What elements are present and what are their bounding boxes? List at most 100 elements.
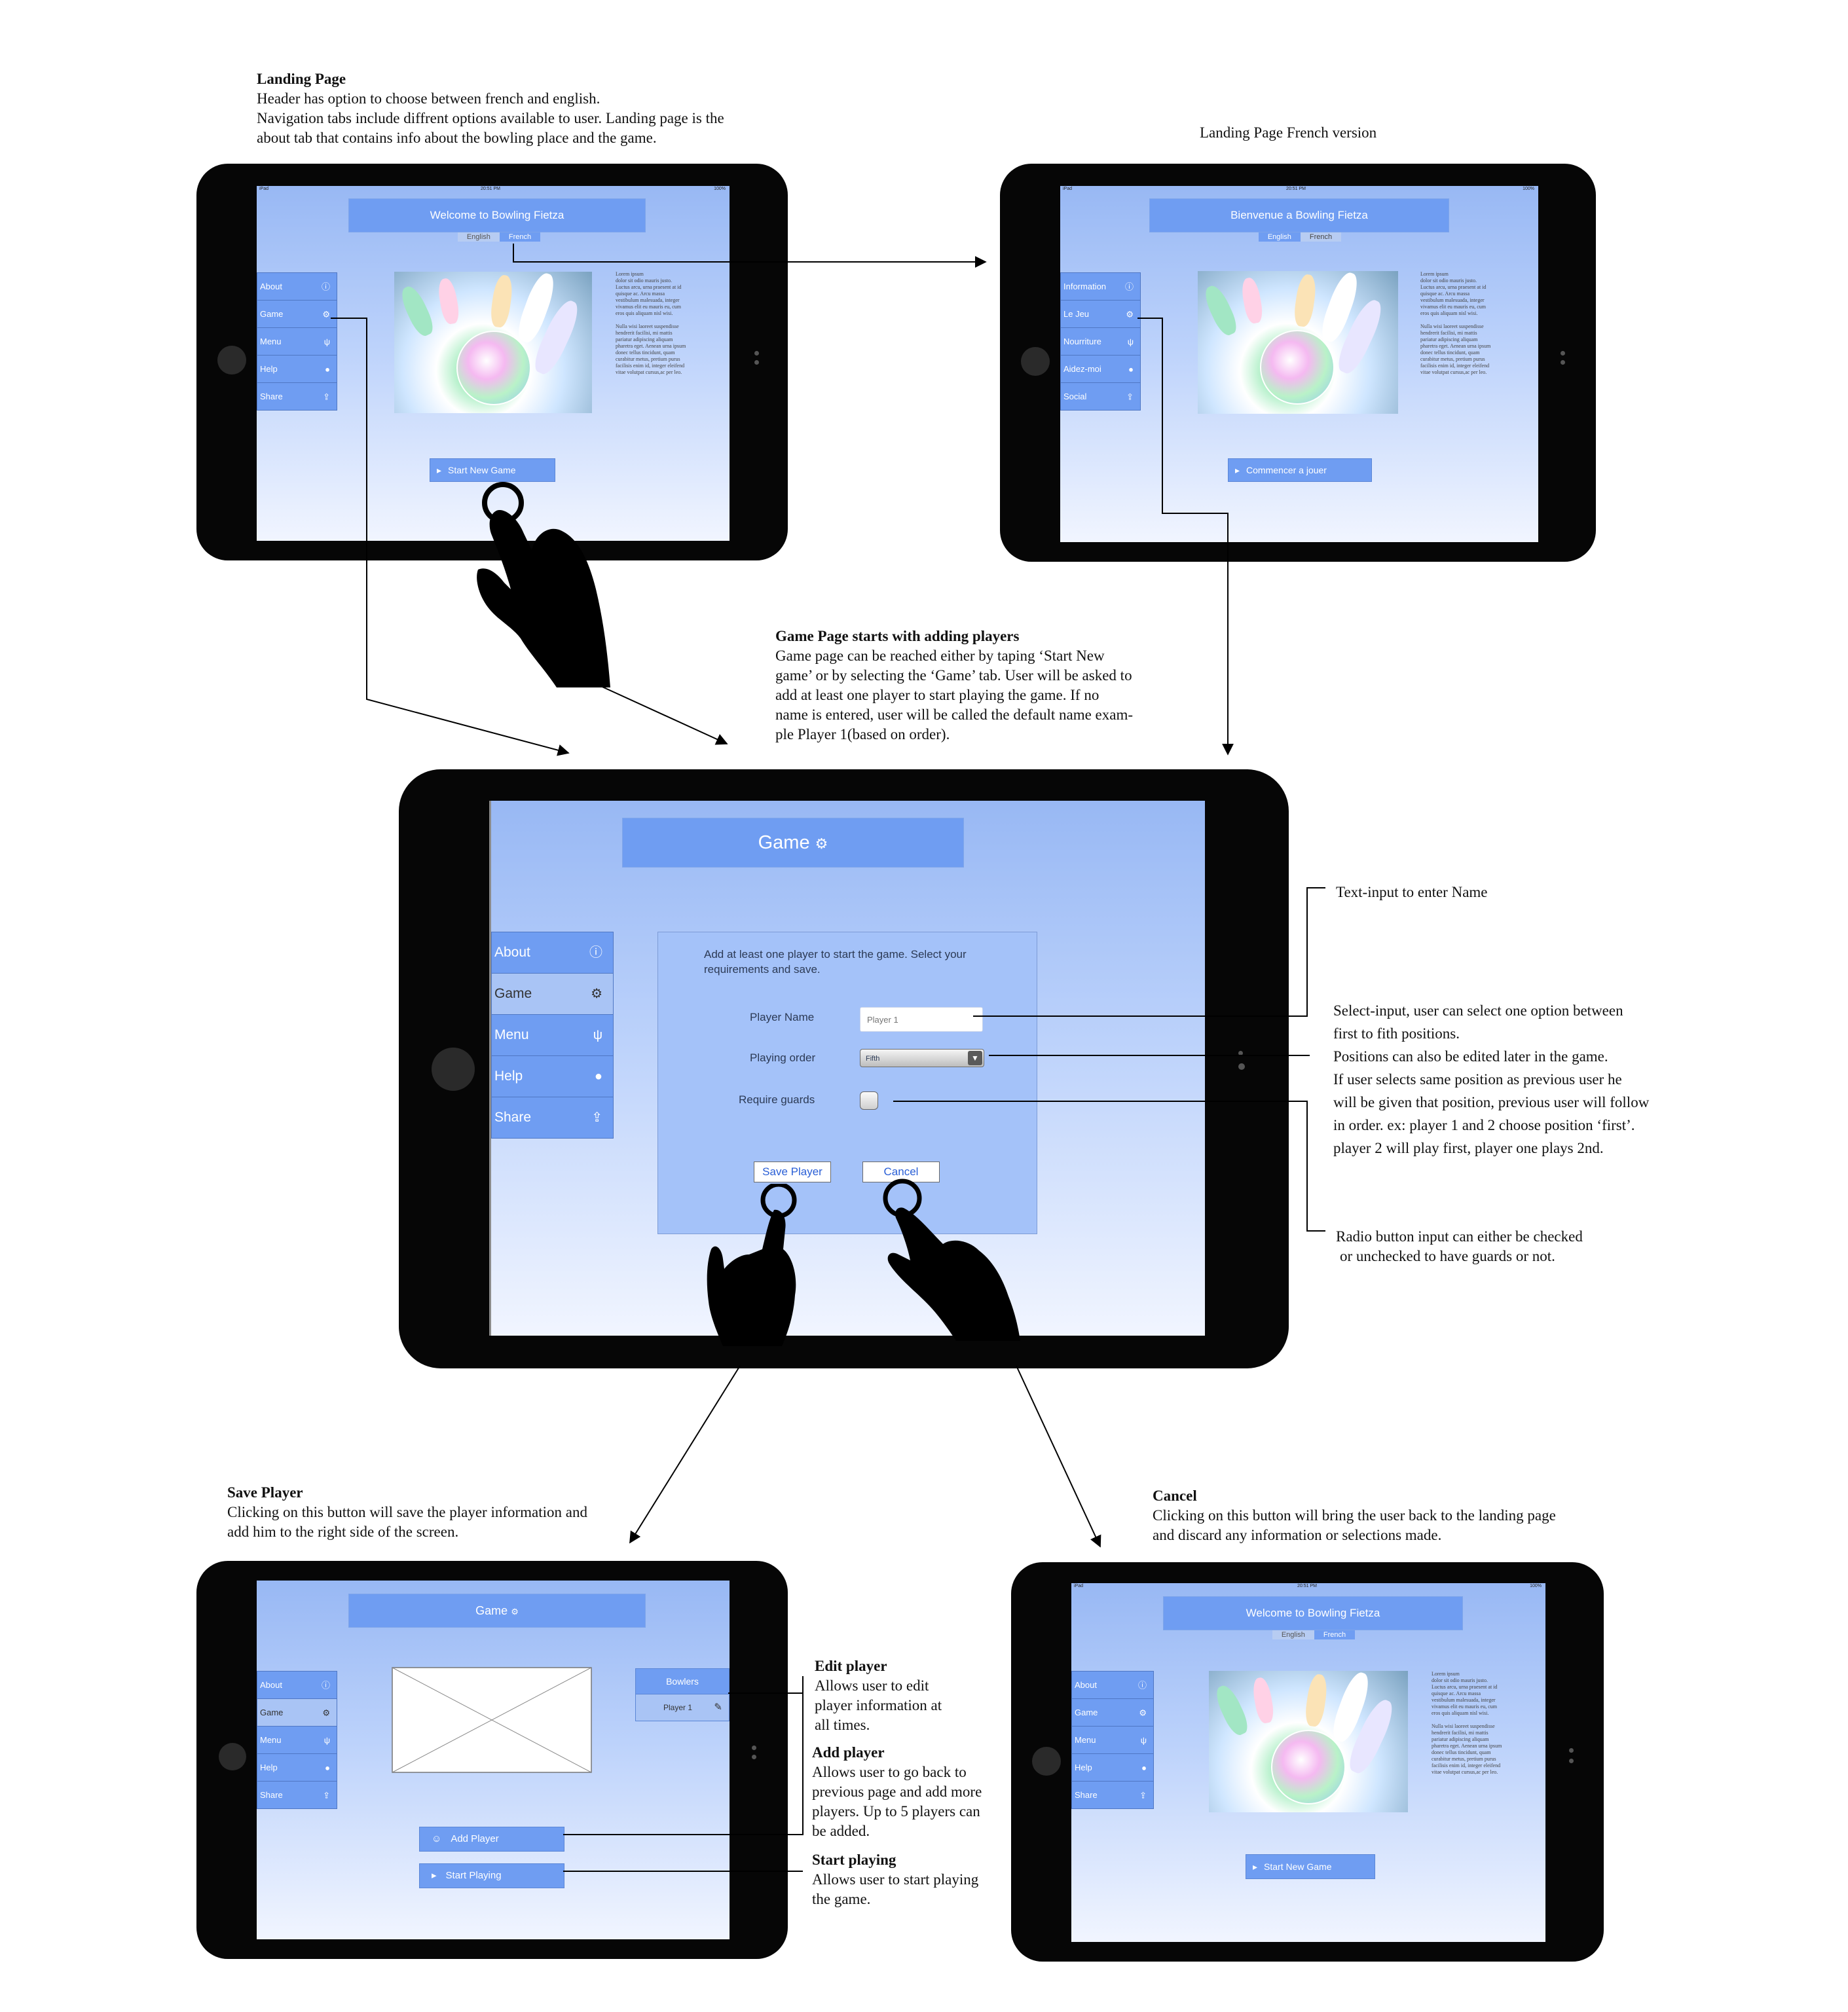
home-button[interactable]	[217, 346, 246, 375]
commencer-label: Commencer a jouer	[1246, 465, 1327, 475]
cancel-note-line: and discard any information or selection…	[1153, 1527, 1442, 1543]
english-tab[interactable]: English	[1272, 1630, 1314, 1639]
about-line: vestibulum malesuada, integer	[1432, 1697, 1496, 1703]
sidebar-item-help[interactable]: Help ●	[257, 1754, 337, 1782]
home-button[interactable]	[219, 1743, 246, 1770]
save-note-line: add him to the right side of the screen.	[227, 1524, 459, 1540]
cutlery-icon: ψ	[593, 1028, 602, 1042]
carrier: iPad	[1074, 1584, 1084, 1588]
sidebar-item-help[interactable]: Help ●	[257, 356, 337, 383]
home-button[interactable]	[432, 1048, 475, 1091]
sidebar-item-game[interactable]: Game ⚙	[257, 301, 337, 328]
camera	[1238, 1051, 1243, 1055]
share-icon: ⇪	[591, 1110, 602, 1125]
commencer-button[interactable]: ▸ Commencer a jouer	[1228, 458, 1372, 482]
camera	[752, 1746, 756, 1750]
french-tab[interactable]: French	[1314, 1630, 1356, 1639]
sidebar-item-nourriture[interactable]: Nourriture ψ	[1061, 328, 1140, 356]
sidebar-item-game[interactable]: Game ⚙	[1072, 1699, 1153, 1727]
bowler-name: Player 1	[663, 1703, 693, 1712]
home-button[interactable]	[1032, 1747, 1061, 1776]
about-line: donec tellus tincidunt, quam	[1420, 350, 1480, 356]
save-player-button[interactable]: Save Player	[754, 1161, 831, 1182]
sidebar-item-about[interactable]: About ⓘ	[492, 932, 613, 974]
cancel-note-line: Clicking on this button will bring the u…	[1153, 1507, 1556, 1524]
player-name-input[interactable]	[860, 1007, 983, 1032]
sidebar-item-label: Menu	[260, 337, 282, 346]
camera	[752, 1755, 756, 1759]
sidebar-item-share[interactable]: Share ⇪	[1072, 1782, 1153, 1808]
add-player-button[interactable]: ☺ Add Player	[419, 1827, 564, 1852]
sidebar-item-share[interactable]: Share ⇪	[257, 1782, 337, 1808]
camera	[754, 360, 759, 365]
edit-icon[interactable]: ✎	[714, 1694, 722, 1721]
gear-icon: ⚙	[1139, 1708, 1147, 1717]
french-tab[interactable]: French	[1300, 232, 1342, 242]
require-guards-label: Require guards	[739, 1093, 815, 1106]
sidebar-item-game[interactable]: Game ⚙	[492, 974, 613, 1015]
about-line: dolor sit odio mauris justo.	[1432, 1677, 1488, 1683]
gear-icon: ⚙	[815, 835, 828, 852]
sidebar-item-label: Share	[494, 1110, 532, 1125]
sidebar-item-aidez-moi[interactable]: Aidez-moi ●	[1061, 356, 1140, 383]
chevron-down-icon: ▼	[968, 1051, 982, 1065]
about-line: Luctus arcu, urna praesent at id	[616, 284, 682, 290]
start-new-game-button[interactable]: ▸ Start New Game	[1246, 1854, 1375, 1879]
sidebar-item-menu[interactable]: Menu ψ	[1072, 1727, 1153, 1754]
start-new-game-label: Start New Game	[1264, 1861, 1332, 1872]
english-tab[interactable]: English	[1258, 232, 1301, 242]
add-note: Add player Allows user to go back to pre…	[812, 1743, 982, 1841]
sidebar-item-menu[interactable]: Menu ψ	[257, 328, 337, 356]
require-guards-checkbox[interactable]	[860, 1091, 878, 1110]
info-icon: ⓘ	[321, 282, 330, 291]
bowler-row[interactable]: Player 1 ✎	[636, 1694, 729, 1721]
status-bar: iPad 20:51 PM 100%	[1060, 186, 1538, 192]
start-playing-button[interactable]: ▸ Start Playing	[419, 1863, 564, 1888]
game-note-line: name is entered, user will be called the…	[775, 706, 1134, 723]
tap-hand-icon	[707, 1184, 797, 1346]
save-note: Save Player Clicking on this button will…	[227, 1483, 587, 1542]
battery: 100%	[1523, 187, 1534, 191]
sidebar-item-label: Social	[1063, 392, 1087, 401]
sidebar-item-information[interactable]: Information ⓘ	[1061, 273, 1140, 301]
ipad-game: Game ⚙ About ⓘ Game ⚙ Menu ψ Help ● Share ⇪ A…	[399, 769, 1289, 1368]
start-note-line: the game.	[812, 1891, 871, 1907]
sidebar-item-menu[interactable]: Menu ψ	[492, 1015, 613, 1056]
english-tab[interactable]: English	[457, 232, 500, 242]
about-line: vivamus elit eu mauris eu, cum	[1420, 304, 1486, 310]
about-line: curabitur metus, pretium purus	[1432, 1756, 1496, 1762]
sidebar-item-menu[interactable]: Menu ψ	[257, 1727, 337, 1754]
sidebar-item-about[interactable]: About ⓘ	[1072, 1672, 1153, 1699]
start-playing-label: Start Playing	[445, 1870, 502, 1881]
sidebar-item-label: Help	[1075, 1763, 1092, 1772]
sidebar-item-help[interactable]: Help ●	[1072, 1754, 1153, 1782]
status-bar: iPad 20:51 PM 100%	[257, 186, 730, 192]
share-icon: ⇪	[323, 1790, 330, 1800]
french-tab[interactable]: French	[499, 232, 541, 242]
about-line: hendrerit facilisi, mi mattis	[1420, 330, 1477, 336]
game-note-line: ple Player 1(based on order).	[775, 726, 950, 742]
about-line: eros quis aliquam nisl wisi.	[1432, 1710, 1489, 1716]
playing-order-select[interactable]: Fifth ▼	[860, 1049, 984, 1067]
about-line: facilisis enim id, integer eleifend	[1420, 363, 1490, 369]
home-button[interactable]	[1021, 347, 1050, 376]
camera	[1561, 360, 1565, 365]
cancel-note-title: Cancel	[1153, 1488, 1197, 1504]
about-line: quisque ac. Arcu massa	[1432, 1691, 1481, 1696]
sidebar-item-about[interactable]: About ⓘ	[257, 1672, 337, 1699]
bowling-image	[1209, 1671, 1408, 1812]
cancel-note: Cancel Clicking on this button will brin…	[1153, 1486, 1556, 1545]
landing-note: Landing Page Header has option to choose…	[257, 69, 724, 148]
sidebar-item-social[interactable]: Social ⇪	[1061, 383, 1140, 410]
sidebar-item-about[interactable]: About ⓘ	[257, 273, 337, 301]
sidebar-item-share[interactable]: Share ⇪	[257, 383, 337, 410]
sidebar-item-game[interactable]: Game ⚙	[257, 1699, 337, 1727]
sidebar-item-label: Information	[1063, 282, 1107, 291]
sidebar: About ⓘ Game ⚙ Menu ψ Help ● Share ⇪	[257, 272, 337, 411]
sidebar-item-share[interactable]: Share ⇪	[492, 1097, 613, 1138]
ipad-saved: Game ⚙ About ⓘ Game ⚙ Menu ψ Help ● Share ⇪ B…	[196, 1561, 788, 1959]
screen-saved: Game ⚙ About ⓘ Game ⚙ Menu ψ Help ● Share ⇪ B…	[257, 1581, 730, 1939]
add-note-line: previous page and add more	[812, 1783, 982, 1800]
sidebar-item-help[interactable]: Help ●	[492, 1056, 613, 1097]
sidebar-item-le-jeu[interactable]: Le Jeu ⚙	[1061, 301, 1140, 328]
